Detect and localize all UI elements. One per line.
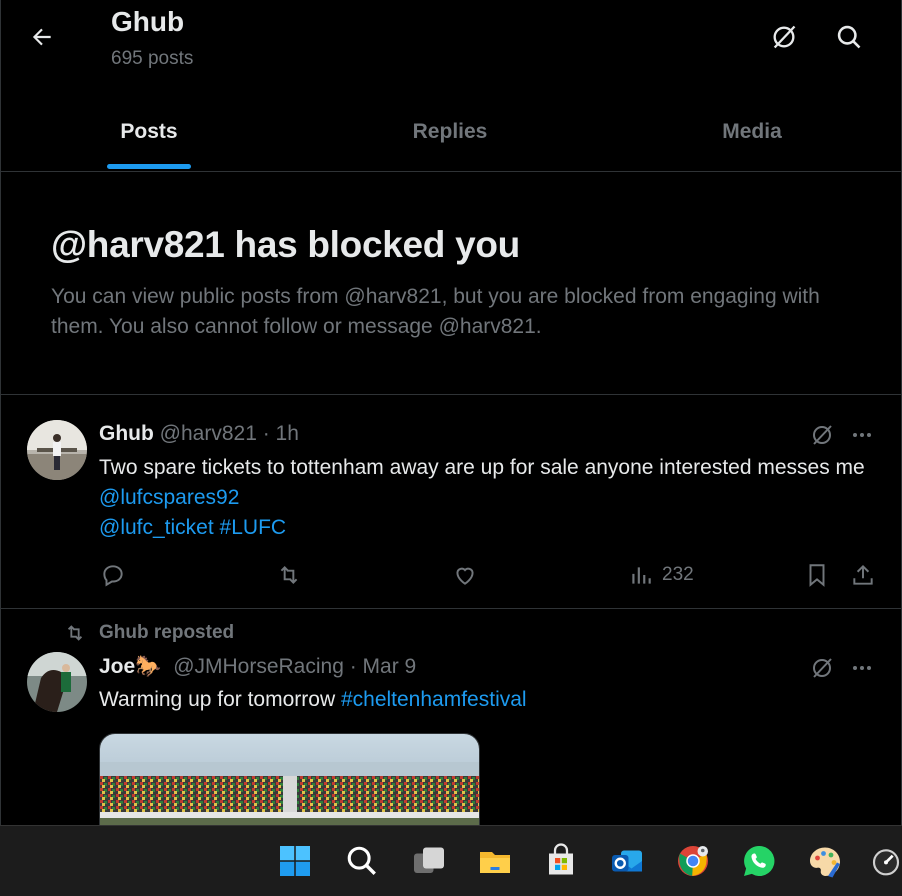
avatar-image [27, 652, 87, 712]
analytics-icon [632, 567, 651, 584]
taskbar-search[interactable] [341, 840, 383, 882]
grok-icon [813, 658, 832, 678]
speedometer-button[interactable] [870, 840, 902, 882]
paint-icon [810, 847, 840, 878]
tweet-body-text: Two spare tickets to tottenham away are … [99, 456, 865, 479]
mention-link[interactable]: @lufcspares92 [99, 486, 239, 509]
task-view-icon [414, 847, 444, 873]
share-icon [853, 564, 873, 585]
active-tab-indicator [107, 164, 191, 169]
more-icon [853, 666, 871, 670]
views-button[interactable]: 232 [628, 562, 694, 588]
microsoft-store-icon [549, 843, 573, 875]
paint-button[interactable] [804, 840, 846, 882]
author-emoji: 🐎 [135, 655, 162, 678]
repost-label: Ghub reposted [99, 622, 235, 643]
author-meta: @harv821 · 1h [159, 422, 299, 445]
app-window: Ghub 695 posts Posts Replies Media @harv… [0, 0, 902, 825]
hashtag-link[interactable]: #LUFC [220, 516, 287, 539]
blocked-title: @harv821 has blocked you [51, 224, 520, 265]
more-button[interactable] [847, 653, 877, 683]
microsoft-store-button[interactable] [540, 840, 582, 882]
speedometer-icon [872, 849, 900, 876]
grok-button[interactable] [807, 420, 837, 450]
like-button[interactable] [452, 562, 478, 588]
grok-button[interactable] [807, 653, 837, 683]
tweet-header: Ghub @harv821 · 1h [99, 422, 299, 446]
hashtag-link[interactable]: #cheltenhamfestival [341, 688, 527, 711]
tab-posts[interactable]: Posts [49, 92, 249, 171]
more-icon [853, 433, 871, 437]
blocked-notice: @harv821 has blocked you You can view pu… [1, 172, 901, 395]
author-name[interactable]: Ghub [99, 422, 154, 445]
reply-button[interactable] [100, 562, 126, 588]
avatar[interactable] [27, 652, 87, 712]
grok-icon [813, 425, 832, 445]
reply-icon [103, 565, 123, 587]
search-icon [837, 25, 861, 49]
more-button[interactable] [847, 420, 877, 450]
chrome-icon [678, 846, 708, 876]
search-icon [347, 846, 376, 875]
tweet-body-text: Warming up for tomorrow [99, 688, 336, 711]
tweet-text: Two spare tickets to tottenham away are … [99, 453, 869, 543]
author-meta: @JMHorseRacing · Mar 9 [173, 655, 417, 678]
file-explorer-icon [480, 852, 510, 873]
avatar[interactable] [27, 420, 87, 480]
task-view-button[interactable] [408, 840, 450, 882]
profile-tabs: Posts Replies Media [1, 92, 901, 172]
bookmark-button[interactable] [804, 562, 830, 588]
mention-link[interactable]: @lufc_ticket [99, 516, 214, 539]
outlook-button[interactable] [606, 840, 648, 882]
tweet[interactable]: Ghub @harv821 · 1h Two spare tickets to … [1, 395, 901, 609]
whatsapp-button[interactable] [738, 840, 780, 882]
blocked-message: You can view public posts from @harv821,… [51, 285, 820, 338]
back-button[interactable] [23, 18, 61, 56]
arrow-left-icon [32, 28, 51, 46]
share-button[interactable] [850, 562, 876, 588]
grok-icon [773, 25, 796, 49]
repost-icon [67, 625, 83, 641]
avatar-image [27, 420, 87, 480]
bookmark-icon [809, 564, 825, 587]
outlook-icon [612, 850, 642, 872]
tweet-header: Joe🐎 @JMHorseRacing · Mar 9 [99, 655, 416, 679]
windows-taskbar [0, 825, 902, 896]
repost-button[interactable] [275, 562, 303, 588]
repost-icon [280, 566, 298, 584]
windows-start-button[interactable] [274, 840, 316, 882]
windows-start-icon [280, 846, 310, 876]
tweet-text: Warming up for tomorrow #cheltenhamfesti… [99, 685, 869, 715]
views-count: 232 [662, 564, 694, 585]
profile-header: Ghub 695 posts [1, 0, 901, 78]
stadium-photo [100, 734, 479, 825]
whatsapp-icon [744, 845, 775, 876]
profile-name: Ghub [111, 6, 185, 37]
author-name[interactable]: Joe [99, 655, 135, 678]
grok-button[interactable] [765, 18, 803, 56]
tweet-media-image[interactable] [99, 733, 480, 825]
tab-media[interactable]: Media [652, 92, 852, 171]
heart-icon [456, 567, 474, 585]
search-button[interactable] [830, 18, 868, 56]
file-explorer-button[interactable] [474, 840, 516, 882]
chrome-button[interactable] [672, 840, 714, 882]
tab-replies[interactable]: Replies [350, 92, 550, 171]
repost-indicator[interactable]: Ghub reposted [63, 622, 234, 644]
post-count: 695 posts [111, 48, 194, 69]
